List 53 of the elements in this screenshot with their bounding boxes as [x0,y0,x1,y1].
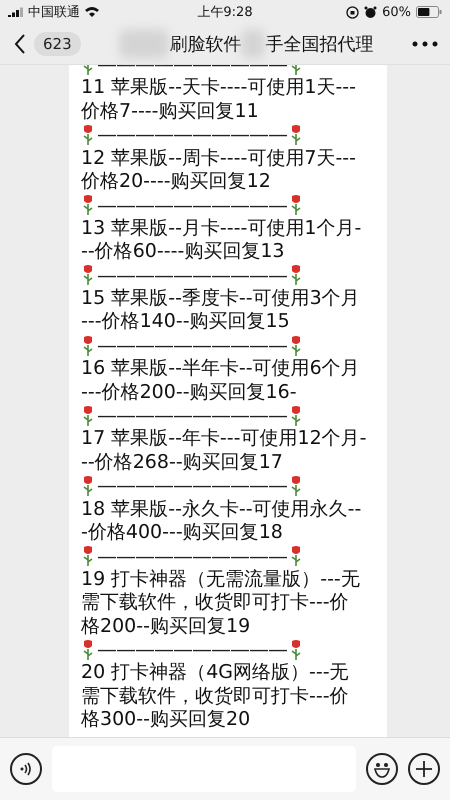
rose-icon [81,404,95,427]
rose-icon [81,334,95,356]
divider-line: —————————— [97,474,287,498]
carrier-name: 中国联通 [28,4,80,21]
battery-icon [416,6,442,18]
divider-line: —————————— [97,638,287,662]
rose-icon [289,264,303,286]
price-entry: 11 苹果版--天卡----可使用1天--- 价格7----购买回复11 [81,76,358,124]
wifi-icon [84,6,100,18]
price-entry: 20 打卡神器（4G网络版）---无 需下载软件，收货即可打卡---价 格300--购买回复20 [81,661,350,732]
rose-icon [81,194,95,216]
rose-icon [81,474,95,497]
divider-line: —————————— [97,544,287,568]
rose-icon [289,194,303,216]
more-icon[interactable] [412,41,438,47]
alarm-icon [364,6,378,18]
price-entry: 18 苹果版--永久卡--可使用永久-- -价格400---购买回复18 [81,498,362,544]
rose-icon [289,334,303,356]
emoji-button[interactable] [366,753,398,785]
price-entry: 15 苹果版--季度卡--可使用3个月 ---价格140--购买回复15 [81,287,361,334]
battery-percent: 60% [382,4,412,20]
divider-line: —————————— [97,65,287,76]
unread-count: 623 [34,32,81,56]
rose-icon [289,638,303,661]
rose-icon [289,545,303,568]
clock-time: 上午9:28 [197,5,253,20]
smiley-icon [372,760,392,778]
rotation-lock-icon [346,6,360,18]
price-entry: 12 苹果版--周卡----可使用7天--- 价格20----购买回复12 [81,146,358,194]
voice-icon [18,761,34,777]
rose-icon [289,404,303,427]
voice-button[interactable] [10,753,42,785]
signal-icon [8,7,24,17]
rose-icon [81,545,95,568]
rose-icon [289,474,303,497]
divider-line: —————————— [97,264,287,287]
price-entry: 16 苹果版--半年卡--可使用6个月 ---价格200--购买回复16- [81,357,361,404]
rose-icon [81,264,95,286]
price-entry: 17 苹果版--年卡---可使用12个月- --价格268--购买回复17 [81,427,368,474]
rose-icon [81,638,95,661]
plus-icon [415,760,433,778]
back-icon[interactable] [14,34,26,54]
divider-line: —————————— [97,404,287,428]
rose-icon [81,124,95,146]
divider-line: —————————— [97,194,287,217]
add-button[interactable] [408,753,440,785]
price-entry: 13 苹果版--月卡----可使用1个月- --价格60----购买回复13 [81,216,362,264]
divider-line: —————————— [97,334,287,357]
rose-icon [289,124,303,146]
price-entry: 19 打卡神器（无需流量版）---无 需下载软件，收货即可打卡---价 格200--购买回复19 [81,568,361,638]
chat-title: 刷脸软件 [169,33,242,56]
chat-title: 手全国招代理 [265,33,374,56]
divider-line: —————————— [97,123,287,146]
